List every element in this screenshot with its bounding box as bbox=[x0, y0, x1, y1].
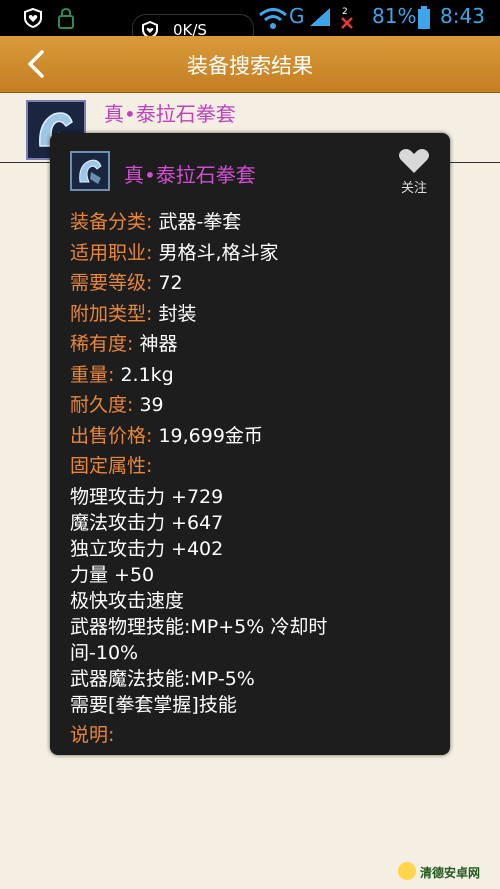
attribute-line: 极快攻击速度 bbox=[70, 589, 185, 612]
watermark-emblem-icon bbox=[398, 862, 416, 880]
property-label: 适用职业: bbox=[70, 241, 153, 264]
page-title: 装备搜索结果 bbox=[187, 54, 313, 78]
property-label: 出售价格: bbox=[70, 424, 153, 447]
signal-bars-icon bbox=[310, 8, 330, 26]
attribute-line: 力量 +50 bbox=[70, 563, 155, 586]
property-value: 2.1kg bbox=[120, 363, 174, 386]
property-label: 稀有度: bbox=[70, 333, 134, 355]
panel-header: 真•泰拉石拳套 关注 bbox=[50, 133, 450, 199]
property-value: 封装 bbox=[158, 302, 197, 325]
clock-time: 8:43 bbox=[440, 4, 485, 28]
no-sim-icon: 2 bbox=[341, 7, 353, 29]
property-row: 耐久度: 39 bbox=[70, 390, 440, 421]
network-type-label: G bbox=[289, 4, 305, 28]
item-properties: 装备分类: 武器-拳套 适用职业: 男格斗,格斗家 需要等级: 72 附加类型:… bbox=[70, 207, 440, 750]
attribute-line: 武器物理技能:MP+5% 冷却时 bbox=[70, 615, 328, 638]
lock-icon bbox=[58, 7, 74, 29]
title-bar: 装备搜索结果 bbox=[0, 36, 500, 93]
property-row: 适用职业: 男格斗,格斗家 bbox=[70, 238, 440, 269]
attribute-line: 需要[拳套掌握]技能 bbox=[70, 693, 237, 716]
property-label: 装备分类: bbox=[70, 211, 153, 233]
property-row: 装备分类: 武器-拳套 bbox=[70, 207, 440, 238]
item-name: 真•泰拉石拳套 bbox=[124, 163, 256, 187]
attribute-line: 魔法攻击力 +647 bbox=[70, 511, 224, 534]
follow-label: 关注 bbox=[400, 181, 427, 196]
attribute-line: 间-10% bbox=[70, 641, 139, 664]
description-label: 说明: bbox=[70, 723, 115, 746]
property-row: 出售价格: 19,699金币 bbox=[70, 421, 440, 452]
battery-percentage: 81% bbox=[372, 4, 417, 28]
watermark-text: 清德安卓网 bbox=[420, 866, 481, 880]
status-bar: 0K/S G 2 81% 8:43 bbox=[0, 0, 500, 46]
property-value: 男格斗,格斗家 bbox=[158, 241, 279, 264]
list-item-name: 真•泰拉石拳套 bbox=[104, 102, 236, 126]
property-row: 需要等级: 72 bbox=[70, 268, 440, 299]
attribute-line: 独立攻击力 +402 bbox=[70, 537, 224, 560]
property-row: 附加类型: 封装 bbox=[70, 299, 440, 330]
property-row: 重量: 2.1kg bbox=[70, 360, 440, 391]
watermark-logo: 清德安卓网 bbox=[398, 860, 498, 884]
shield-heart-icon bbox=[24, 7, 42, 29]
fixed-attributes-label: 固定属性: bbox=[70, 455, 153, 477]
battery-icon bbox=[418, 6, 430, 29]
property-value: 武器-拳套 bbox=[158, 211, 242, 233]
property-value: 72 bbox=[158, 272, 183, 294]
item-detail-panel: 真•泰拉石拳套 关注 装备分类: 武器-拳套 适用职业: 男格斗,格斗家 需要等… bbox=[50, 133, 450, 755]
property-label: 重量: bbox=[70, 363, 115, 386]
attribute-line: 武器魔法技能:MP-5% bbox=[70, 667, 255, 690]
property-value: 神器 bbox=[139, 333, 178, 355]
attribute-list: 物理攻击力 +729 魔法攻击力 +647 独立攻击力 +402 力量 +50 … bbox=[70, 484, 440, 718]
property-value: 39 bbox=[139, 394, 164, 416]
property-value: 19,699金币 bbox=[158, 424, 263, 447]
wifi-icon bbox=[259, 8, 287, 29]
property-row: 稀有度: 神器 bbox=[70, 329, 440, 360]
svg-text:2: 2 bbox=[342, 7, 348, 17]
follow-button[interactable]: 关注 bbox=[394, 147, 434, 197]
gauntlet-item-icon bbox=[70, 151, 110, 191]
property-label: 附加类型: bbox=[70, 302, 153, 325]
attribute-line: 物理攻击力 +729 bbox=[70, 485, 224, 508]
fixed-attributes-heading: 固定属性: bbox=[70, 451, 440, 482]
property-label: 耐久度: bbox=[70, 394, 134, 416]
property-label: 需要等级: bbox=[70, 272, 153, 294]
heart-icon bbox=[399, 149, 429, 173]
